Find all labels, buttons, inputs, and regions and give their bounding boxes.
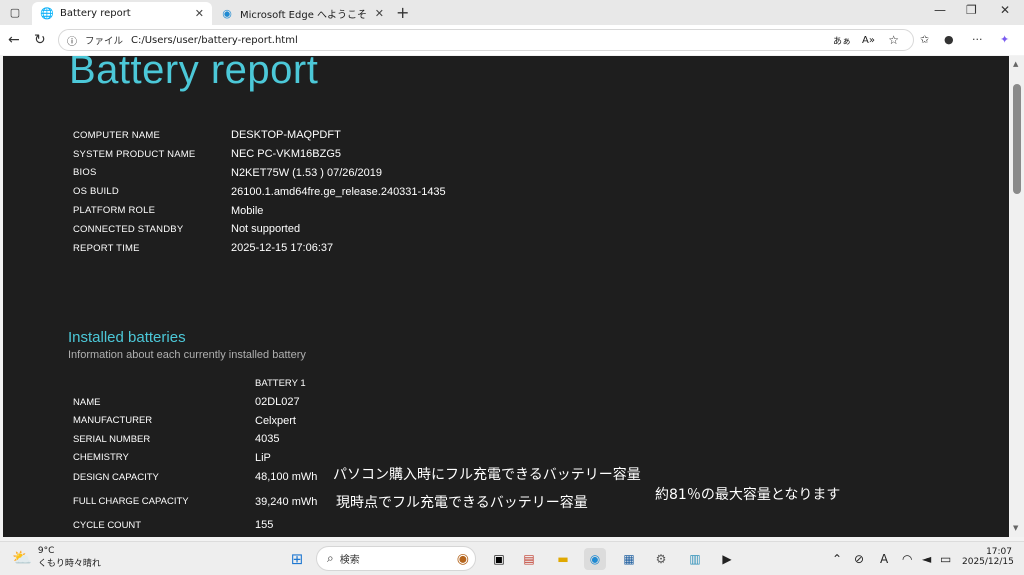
battery-row: CHEMISTRY LiP bbox=[73, 451, 271, 464]
edge-icon[interactable]: ◉ bbox=[584, 548, 606, 570]
eye-off-icon[interactable]: ⊘ bbox=[854, 552, 864, 566]
ratio-note: 約81％の最大容量となります bbox=[655, 487, 841, 503]
info-row: BIOS N2KET75W (1.53 ) 07/26/2019 bbox=[73, 166, 383, 179]
close-icon[interactable]: ✕ bbox=[375, 7, 384, 20]
battery-row: FULL CHARGE CAPACITY 39,240 mWh bbox=[73, 495, 318, 508]
clock-time: 17:07 bbox=[986, 547, 1012, 557]
clock[interactable]: 17:07 2025/12/15 bbox=[962, 547, 1014, 567]
url-text[interactable]: C:/Users/user/battery-report.html bbox=[131, 35, 298, 46]
cloud-sun-icon: ⛅ bbox=[12, 548, 32, 567]
favorite-star-icon[interactable]: ☆ bbox=[888, 33, 899, 47]
clock-date: 2025/12/15 bbox=[962, 557, 1014, 567]
close-window-icon[interactable]: ✕ bbox=[1000, 3, 1010, 17]
report-page: Battery report COMPUTER NAME DESKTOP-MAQP… bbox=[3, 56, 1009, 537]
info-row: REPORT TIME 2025-12-15 17:06:37 bbox=[73, 242, 334, 255]
full-capacity-note: 現時点でフル充電できるバッテリー容量 bbox=[336, 495, 588, 511]
settings-icon[interactable]: ⚙ bbox=[650, 548, 672, 570]
tab-bar: ▢ 🌐 Battery report ✕ ◉ Microsoft Edge へよ… bbox=[0, 0, 1024, 25]
address-toolbar: ← ↻ ⓘ ファイル C:/Users/user/battery-report.… bbox=[0, 25, 1024, 55]
tab-battery-report[interactable]: 🌐 Battery report ✕ bbox=[32, 2, 212, 25]
page-title: Battery report bbox=[69, 56, 319, 92]
scroll-down-icon[interactable]: ▼ bbox=[1013, 524, 1018, 532]
battery-row: MANUFACTURER Celxpert bbox=[73, 414, 296, 427]
section-title: Installed batteries bbox=[68, 329, 186, 346]
start-icon[interactable]: ⊞ bbox=[286, 548, 308, 570]
weather-desc: くもり時々晴れ bbox=[37, 559, 101, 569]
info-row: COMPUTER NAME DESKTOP-MAQPDFT bbox=[73, 129, 341, 142]
weather-widget[interactable]: ⛅ 9°C くもり時々晴れ bbox=[12, 546, 101, 569]
page-scrollbar[interactable]: ▲ ▼ bbox=[1010, 56, 1024, 537]
tab-actions-icon[interactable]: ▢ bbox=[4, 3, 26, 22]
notepad-icon[interactable]: ▥ bbox=[684, 548, 706, 570]
scroll-up-icon[interactable]: ▲ bbox=[1013, 60, 1018, 68]
refresh-icon[interactable]: ↻ bbox=[34, 32, 46, 48]
info-row: CONNECTED STANDBY Not supported bbox=[73, 223, 301, 236]
task-view-icon[interactable]: ▣ bbox=[488, 548, 510, 570]
copilot-icon[interactable]: ✦ bbox=[1000, 33, 1009, 46]
minimize-icon[interactable]: — bbox=[934, 3, 946, 17]
system-info-table: COMPUTER NAME DESKTOP-MAQPDFT SYSTEM PROD… bbox=[73, 126, 446, 258]
battery-table: NAME 02DL027 MANUFACTURER Celxpert SERIAL … bbox=[73, 393, 317, 535]
section-subtitle: Information about each currently install… bbox=[68, 349, 306, 361]
info-icon[interactable]: ⓘ bbox=[67, 33, 77, 48]
weather-temp: 9°C bbox=[37, 546, 55, 556]
battery-row: NAME 02DL027 bbox=[73, 396, 300, 409]
design-capacity-note: パソコン購入時にフル充電できるバッテリー容量 bbox=[333, 467, 641, 483]
read-aloud-icon[interactable]: あぁ bbox=[833, 34, 851, 47]
info-row: OS BUILD 26100.1.amd64fre.ge_release.2403… bbox=[73, 185, 446, 198]
close-icon[interactable]: ✕ bbox=[195, 7, 204, 20]
show-hidden-icons-icon[interactable]: ⌃ bbox=[832, 552, 842, 566]
battery-row: CYCLE COUNT 155 bbox=[73, 519, 274, 532]
info-row: SYSTEM PRODUCT NAME NEC PC-VKM16BZG5 bbox=[73, 148, 342, 161]
immersive-reader-icon[interactable]: A» bbox=[862, 35, 875, 46]
terminal-icon[interactable]: ▶ bbox=[716, 548, 738, 570]
search-highlight-icon: ◉ bbox=[456, 550, 469, 567]
battery-row: SERIAL NUMBER 4035 bbox=[73, 433, 280, 446]
scrollbar-thumb[interactable] bbox=[1013, 84, 1021, 194]
news-icon[interactable]: ▤ bbox=[518, 548, 540, 570]
ime-indicator[interactable]: A bbox=[880, 552, 888, 566]
collections-icon[interactable]: ✩ bbox=[920, 33, 929, 46]
tab-edge-welcome[interactable]: ◉ Microsoft Edge へようこそ ✕ bbox=[212, 2, 392, 25]
globe-icon: 🌐 bbox=[40, 7, 54, 20]
store-icon[interactable]: ▦ bbox=[618, 548, 640, 570]
battery-column-header: BATTERY 1 bbox=[255, 378, 306, 389]
restore-icon[interactable]: ❐ bbox=[966, 3, 977, 17]
search-box[interactable]: ⌕ 検索 ◉ bbox=[316, 546, 476, 571]
tab-title: Microsoft Edge へようこそ bbox=[240, 10, 368, 21]
address-bar[interactable]: ⓘ ファイル C:/Users/user/battery-report.html… bbox=[58, 29, 914, 51]
battery-row: DESIGN CAPACITY 48,100 mWh bbox=[73, 471, 318, 483]
search-placeholder: 検索 bbox=[339, 555, 360, 566]
file-explorer-icon[interactable]: ▬ bbox=[552, 548, 574, 570]
info-row: PLATFORM ROLE Mobile bbox=[73, 204, 264, 217]
battery-icon[interactable]: ▭ bbox=[940, 552, 951, 566]
new-tab-icon[interactable]: + bbox=[396, 3, 409, 22]
taskbar: ⛅ 9°C くもり時々晴れ ⊞ ⌕ 検索 ◉ ▣ ▤ ▬ ◉ ▦ ⚙ ▥ ▶ ⌃… bbox=[0, 541, 1024, 575]
profile-icon[interactable]: ● bbox=[944, 33, 954, 46]
volume-icon[interactable]: ◄ bbox=[922, 552, 931, 566]
tab-title: Battery report bbox=[60, 8, 131, 19]
search-icon: ⌕ bbox=[327, 551, 334, 565]
wifi-icon[interactable]: ◠ bbox=[902, 552, 912, 566]
file-label: ファイル bbox=[85, 36, 124, 47]
edge-icon: ◉ bbox=[222, 7, 232, 20]
back-icon[interactable]: ← bbox=[8, 32, 20, 48]
more-icon[interactable]: ··· bbox=[972, 33, 983, 46]
